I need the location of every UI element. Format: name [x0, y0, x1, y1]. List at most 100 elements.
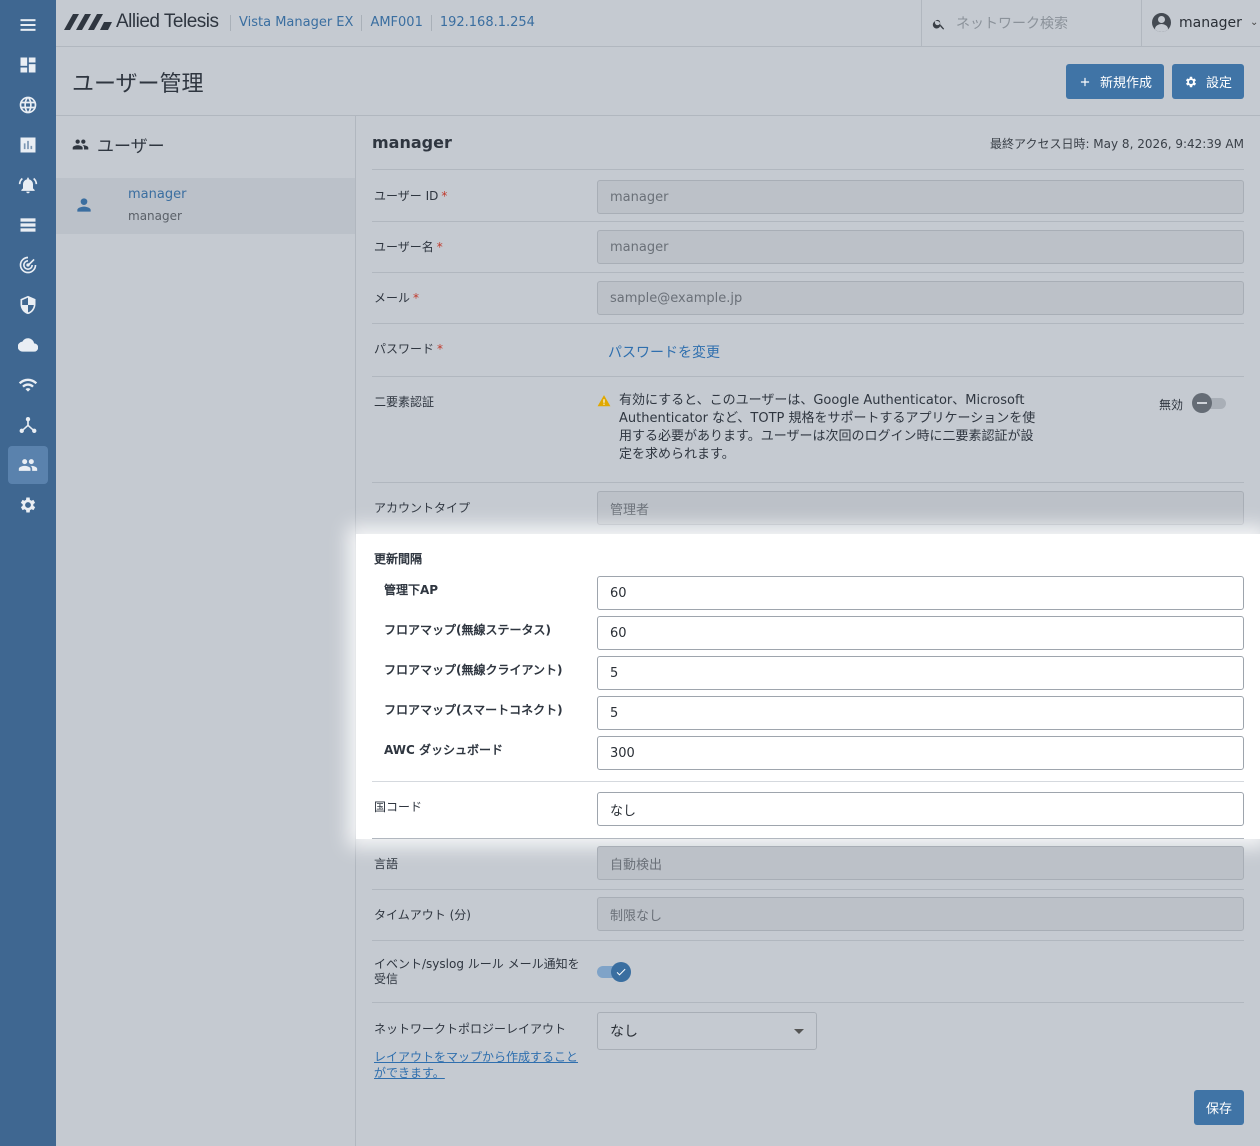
language-field[interactable]: 自動検出 [597, 846, 1244, 880]
account-circle-icon [1152, 13, 1171, 32]
change-password-link[interactable]: パスワードを変更 [608, 342, 720, 362]
two-factor-warning: 有効にすると、このユーザーは、Google Authenticator、Micr… [597, 392, 1037, 464]
user-name-label: ユーザー名 * [374, 240, 443, 254]
network-search [921, 0, 1142, 47]
nav-rail [0, 0, 56, 1146]
refresh-floormap-smartconnect-input[interactable]: 5 [597, 696, 1244, 730]
refresh-label: フロアマップ(無線ステータス) [384, 623, 551, 637]
event-notify-label: イベント/syslog ルール メール通知を受信 [374, 957, 580, 986]
user-list-title: ユーザー [97, 137, 165, 157]
row-divider [372, 323, 1244, 324]
user-list-pane: ユーザー manager manager [56, 116, 356, 1146]
row-divider [372, 221, 1244, 222]
row-divider [372, 1002, 1244, 1003]
topology-layout-value: なし [610, 1024, 638, 1040]
warning-icon [597, 395, 611, 407]
user-list-item-name: manager [128, 187, 187, 202]
wifi-icon[interactable] [8, 366, 48, 404]
two-factor-label: 二要素認証 [374, 395, 435, 409]
row-divider [372, 482, 1244, 483]
last-access-time: 最終アクセス日時: May 8, 2026, 9:42:39 AM [990, 137, 1244, 151]
list-icon[interactable] [8, 206, 48, 244]
row-divider [372, 376, 1244, 377]
page-title: ユーザー管理 [72, 72, 204, 97]
gear-icon[interactable] [8, 486, 48, 524]
timeout-field[interactable]: 制限なし [597, 897, 1244, 931]
settings-button-label: 設定 [1205, 76, 1232, 91]
row-divider [372, 889, 1244, 890]
new-user-button[interactable]: 新規作成 [1066, 64, 1164, 99]
user-id-field: manager [597, 180, 1244, 214]
row-divider [372, 169, 1244, 170]
refresh-floormap-client-input[interactable]: 5 [597, 656, 1244, 690]
row-divider [372, 272, 1244, 273]
create-layout-link[interactable]: レイアウトをマップから作成することができます。 [374, 1049, 584, 1081]
search-icon [932, 19, 945, 30]
email-field[interactable]: sample@example.jp [597, 281, 1244, 315]
email-label: メール * [374, 291, 420, 305]
check-icon [616, 968, 626, 976]
detail-title: manager [372, 133, 452, 152]
two-factor-state-label: 無効 [1159, 398, 1184, 412]
account-type-field: 管理者 [597, 491, 1244, 525]
breadcrumb: Vista Manager EX AMF001 192.168.1.254 [230, 15, 543, 31]
radar-icon[interactable] [8, 246, 48, 284]
refresh-interval-heading: 更新間隔 [374, 552, 423, 566]
dashboard-icon[interactable] [8, 46, 48, 84]
toggle-on-icon [611, 962, 631, 982]
new-user-button-label: 新規作成 [1099, 76, 1152, 91]
users-icon[interactable] [8, 446, 48, 484]
chart-icon[interactable] [8, 126, 48, 164]
user-list-item[interactable]: manager manager [56, 178, 355, 234]
breadcrumb-item[interactable]: 192.168.1.254 [430, 15, 543, 31]
refresh-label: フロアマップ(無線クライアント) [384, 663, 563, 677]
gear-icon [1185, 76, 1197, 87]
event-notify-toggle[interactable] [597, 962, 633, 982]
refresh-label: AWC ダッシュボード [384, 743, 503, 757]
brand-logo[interactable]: Allied Telesis [64, 10, 219, 34]
user-menu[interactable]: manager ⌄ [1152, 13, 1258, 32]
refresh-managed-ap-input[interactable]: 60 [597, 576, 1244, 610]
top-bar: Allied Telesis Vista Manager EX AMF001 1… [56, 0, 1260, 47]
user-list-item-sub: manager [128, 209, 182, 223]
topology-icon[interactable] [8, 406, 48, 444]
alarm-icon[interactable] [8, 166, 48, 204]
refresh-floormap-status-input[interactable]: 60 [597, 616, 1244, 650]
refresh-label: 管理下AP [384, 583, 439, 597]
menu-icon[interactable] [8, 6, 48, 44]
user-menu-name: manager [1179, 14, 1242, 31]
save-button[interactable]: 保存 [1194, 1090, 1244, 1125]
topology-layout-label: ネットワークトポロジーレイアウト [374, 1022, 567, 1036]
settings-button[interactable]: 設定 [1172, 64, 1244, 99]
breadcrumb-item[interactable]: Vista Manager EX [230, 15, 361, 31]
chevron-down-icon: ⌄ [1249, 17, 1259, 28]
two-factor-toggle[interactable] [1192, 393, 1228, 413]
user-name-field[interactable]: manager [597, 230, 1244, 264]
topology-layout-select[interactable]: なし [597, 1012, 817, 1050]
timeout-label: タイムアウト (分) [374, 908, 471, 922]
country-code-label: 国コード [374, 800, 423, 814]
row-divider [372, 781, 1244, 782]
two-factor-warning-text: 有効にすると、このユーザーは、Google Authenticator、Micr… [619, 393, 1036, 462]
row-divider [372, 838, 1244, 839]
globe-icon[interactable] [8, 86, 48, 124]
user-id-label: ユーザー ID * [374, 189, 448, 203]
shield-icon[interactable] [8, 286, 48, 324]
password-label: パスワード * [374, 342, 444, 356]
refresh-label: フロアマップ(スマートコネクト) [384, 703, 563, 717]
dropdown-caret-icon [794, 1029, 804, 1034]
row-divider [372, 940, 1244, 941]
person-icon [77, 198, 91, 212]
search-input[interactable] [956, 15, 1136, 32]
brand-name: Allied Telesis [116, 11, 219, 32]
plus-icon [1080, 77, 1090, 86]
cloud-icon[interactable] [8, 326, 48, 364]
language-label: 言語 [374, 857, 399, 871]
breadcrumb-item[interactable]: AMF001 [361, 15, 430, 31]
country-code-input[interactable]: なし [597, 792, 1244, 826]
user-list-heading: ユーザー [72, 132, 165, 157]
account-type-label: アカウントタイプ [374, 501, 471, 515]
refresh-awc-dashboard-input[interactable]: 300 [597, 736, 1244, 770]
allied-telesis-logo-icon [64, 14, 112, 30]
toggle-off-icon [1192, 393, 1212, 413]
